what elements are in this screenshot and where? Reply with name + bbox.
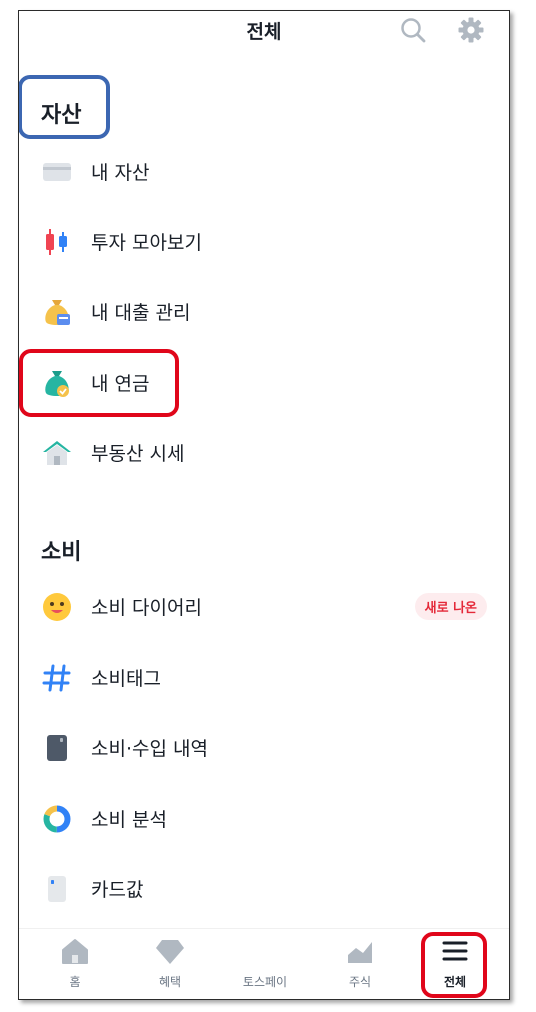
gear-icon[interactable] (457, 16, 485, 44)
menu-item-spending-diary[interactable]: 소비 다이어리 새로 나온 (19, 579, 509, 635)
tab-benefits[interactable]: 혜택 (121, 929, 219, 999)
menu-item-loan-management[interactable]: 내 대출 관리 (19, 284, 509, 340)
tab-toss-pay[interactable]: 토스페이 (216, 929, 314, 999)
tab-stocks[interactable]: 주식 (311, 929, 409, 999)
tab-label: 혜택 (158, 975, 182, 989)
menu-item-real-estate[interactable]: 부동산 시세 (19, 425, 509, 481)
notebook-icon (41, 732, 73, 764)
chart-icon (344, 935, 376, 967)
page-title: 전체 (246, 21, 282, 43)
menu-item-label: 내 대출 관리 (91, 302, 191, 324)
candlestick-icon (41, 226, 73, 258)
menu-item-label: 투자 모아보기 (91, 232, 202, 254)
smiley-icon (41, 591, 73, 623)
section-title-spending: 소비 (41, 540, 82, 565)
menu-item-label: 소비태그 (91, 668, 161, 690)
menu-item-spending-tag[interactable]: 소비태그 (19, 650, 509, 706)
donut-chart-icon (41, 803, 73, 835)
tab-label: 주식 (348, 975, 372, 989)
phone-frame: 전체 자산 내 자산 투자 모아보기 내 대출 관리 내 연금 부동산 시세 소… (18, 10, 510, 1000)
tab-label: 토스페이 (242, 975, 288, 989)
menu-item-label: 소비 다이어리 (91, 597, 202, 619)
menu-item-label: 내 자산 (91, 162, 150, 184)
tab-home[interactable]: 홈 (26, 929, 124, 999)
hashtag-icon (41, 662, 73, 694)
menu-item-label: 소비·수입 내역 (91, 738, 208, 760)
tab-label: 홈 (69, 975, 81, 989)
gem-icon (154, 935, 186, 967)
pay-icon (249, 935, 281, 967)
search-icon[interactable] (399, 16, 427, 44)
top-header: 전체 (19, 11, 509, 51)
menu-item-label: 소비 분석 (91, 809, 167, 831)
loan-bag-icon (41, 296, 73, 328)
house-icon (41, 437, 73, 469)
new-badge: 새로 나온 (414, 593, 487, 620)
pension-bag-icon (41, 367, 73, 399)
card-icon (41, 156, 73, 188)
highlight-box-assets (19, 75, 110, 139)
home-icon (59, 935, 91, 967)
card-bill-icon (41, 873, 73, 905)
menu-item-my-assets[interactable]: 내 자산 (19, 144, 509, 200)
menu-item-label: 내 연금 (91, 373, 150, 395)
menu-item-label: 카드값 (91, 879, 144, 901)
highlight-box-tab-all (421, 932, 487, 998)
menu-item-spending-analysis[interactable]: 소비 분석 (19, 791, 509, 847)
menu-item-spending-income-history[interactable]: 소비·수입 내역 (19, 720, 509, 776)
menu-item-investments[interactable]: 투자 모아보기 (19, 214, 509, 270)
menu-item-label: 부동산 시세 (91, 443, 185, 465)
menu-item-card-bill[interactable]: 카드값 (19, 861, 509, 917)
menu-item-my-pension[interactable]: 내 연금 (19, 355, 509, 411)
